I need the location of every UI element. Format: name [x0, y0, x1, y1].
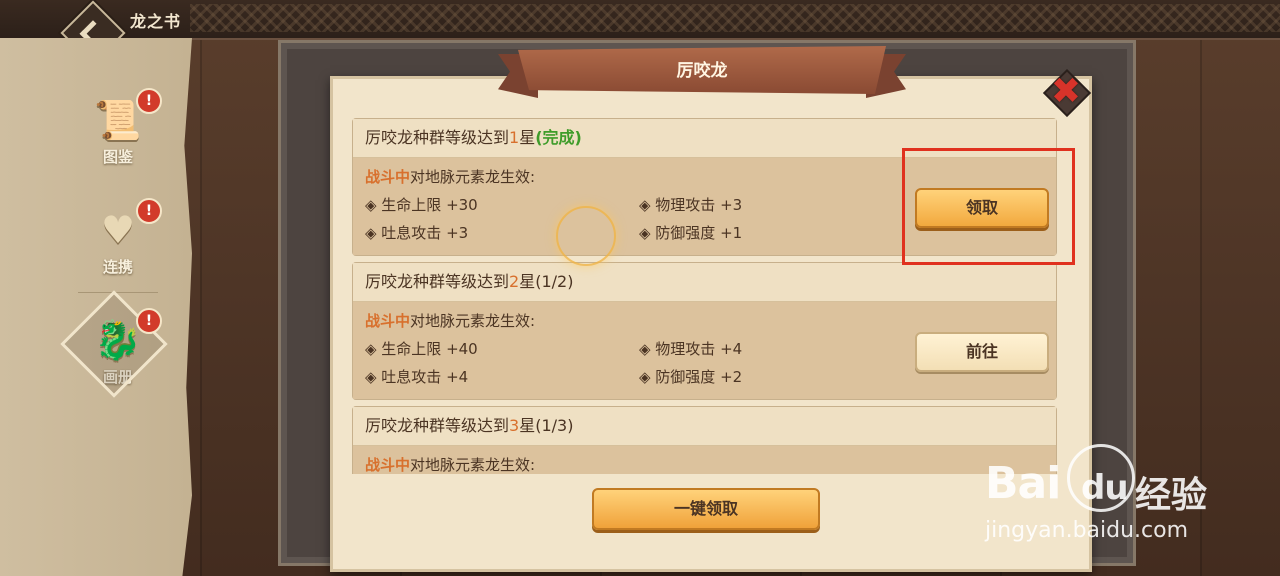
sidebar: 📜 ! 图鉴 ♥ ! 连携 🐉 ! 画册 — [0, 38, 210, 576]
top-bar — [0, 0, 1280, 40]
stat-physical-attack: ◈ 物理攻击 +3 — [639, 196, 743, 214]
annotation-highlight-box — [902, 148, 1075, 265]
watermark-url: jingyan.baidu.com — [985, 518, 1189, 543]
stat-breath-attack: ◈ 吐息攻击 +4 — [365, 368, 469, 386]
watermark-side-text: 经验 — [1135, 475, 1208, 516]
reward-item-title: 厉咬龙种群等级达到2星(1/2) — [353, 263, 1056, 302]
effect-condition: 战斗中对地脉元素龙生效: — [365, 166, 535, 187]
reward-item: 厉咬龙种群等级达到3星(1/3) 战斗中对地脉元素龙生效: — [352, 406, 1057, 474]
title-suffix: 星 — [519, 416, 536, 435]
alert-badge: ! — [136, 198, 162, 224]
reward-item-body: 战斗中对地脉元素龙生效: ◈ 生命上限 +40 ◈ 物理攻击 +4 ◈ 吐息攻击… — [353, 302, 1056, 399]
sidebar-item-label: 图鉴 — [102, 148, 133, 166]
title-prefix: 厉咬龙种群等级达到 — [365, 416, 510, 435]
alert-badge: ! — [136, 308, 162, 334]
reward-item-title: 厉咬龙种群等级达到3星(1/3) — [353, 407, 1056, 446]
sidebar-item-album[interactable]: 🐉 ! 画册 — [60, 290, 168, 404]
sidebar-item-link[interactable]: ♥ ! 连携 — [78, 198, 162, 294]
watermark-logo-du: du — [1081, 468, 1129, 508]
star-number: 3 — [509, 416, 520, 435]
goto-button[interactable]: 前往 — [915, 332, 1049, 372]
watermark: Bai du 经验 jingyan.baidu.com — [985, 440, 1265, 560]
star-number: 2 — [509, 272, 520, 291]
reward-item-body: 战斗中对地脉元素龙生效: — [353, 446, 1056, 474]
title-prefix: 厉咬龙种群等级达到 — [365, 128, 510, 147]
condition-text: 对地脉元素龙生效: — [410, 168, 536, 186]
effect-condition: 战斗中对地脉元素龙生效: — [365, 310, 535, 331]
stat-defense: ◈ 防御强度 +2 — [639, 368, 743, 386]
title-prefix: 厉咬龙种群等级达到 — [365, 272, 510, 291]
top-bar-pattern — [190, 4, 1280, 32]
close-icon: ✖ — [1050, 71, 1082, 112]
sidebar-item-label: 连携 — [102, 258, 133, 276]
stat-defense: ◈ 防御强度 +1 — [639, 224, 743, 242]
reward-item: 厉咬龙种群等级达到2星(1/2) 战斗中对地脉元素龙生效: ◈ 生命上限 +40… — [352, 262, 1057, 400]
watermark-logo-text: Bai — [985, 458, 1061, 509]
progress-status: (1/3) — [535, 416, 574, 435]
alert-badge: ! — [136, 88, 162, 114]
progress-status: (1/2) — [535, 272, 574, 291]
dialog-title: 厉咬龙 — [676, 61, 728, 81]
tap-indicator — [556, 206, 616, 266]
condition-highlight: 战斗中 — [365, 168, 411, 186]
sidebar-divider — [78, 292, 158, 293]
condition-text: 对地脉元素龙生效: — [410, 456, 536, 474]
sidebar-item-catalog[interactable]: 📜 ! 图鉴 — [78, 88, 162, 184]
condition-text: 对地脉元素龙生效: — [410, 312, 536, 330]
condition-highlight: 战斗中 — [365, 456, 411, 474]
title-suffix: 星 — [519, 128, 536, 147]
app-title: 龙之书 — [130, 12, 182, 31]
title-suffix: 星 — [519, 272, 536, 291]
claim-all-button[interactable]: 一键领取 — [592, 488, 820, 530]
star-number: 1 — [509, 128, 520, 147]
dialog-title-ribbon: 厉咬龙 — [498, 44, 906, 104]
stat-hp: ◈ 生命上限 +30 — [365, 196, 478, 214]
watermark-logo: Bai — [985, 458, 1061, 509]
stat-physical-attack: ◈ 物理攻击 +4 — [639, 340, 743, 358]
close-button[interactable]: ✖ — [1042, 68, 1092, 118]
condition-highlight: 战斗中 — [365, 312, 411, 330]
progress-status: (完成) — [535, 128, 582, 147]
stat-hp: ◈ 生命上限 +40 — [365, 340, 478, 358]
stat-breath-attack: ◈ 吐息攻击 +3 — [365, 224, 469, 242]
effect-condition: 战斗中对地脉元素龙生效: — [365, 454, 535, 474]
